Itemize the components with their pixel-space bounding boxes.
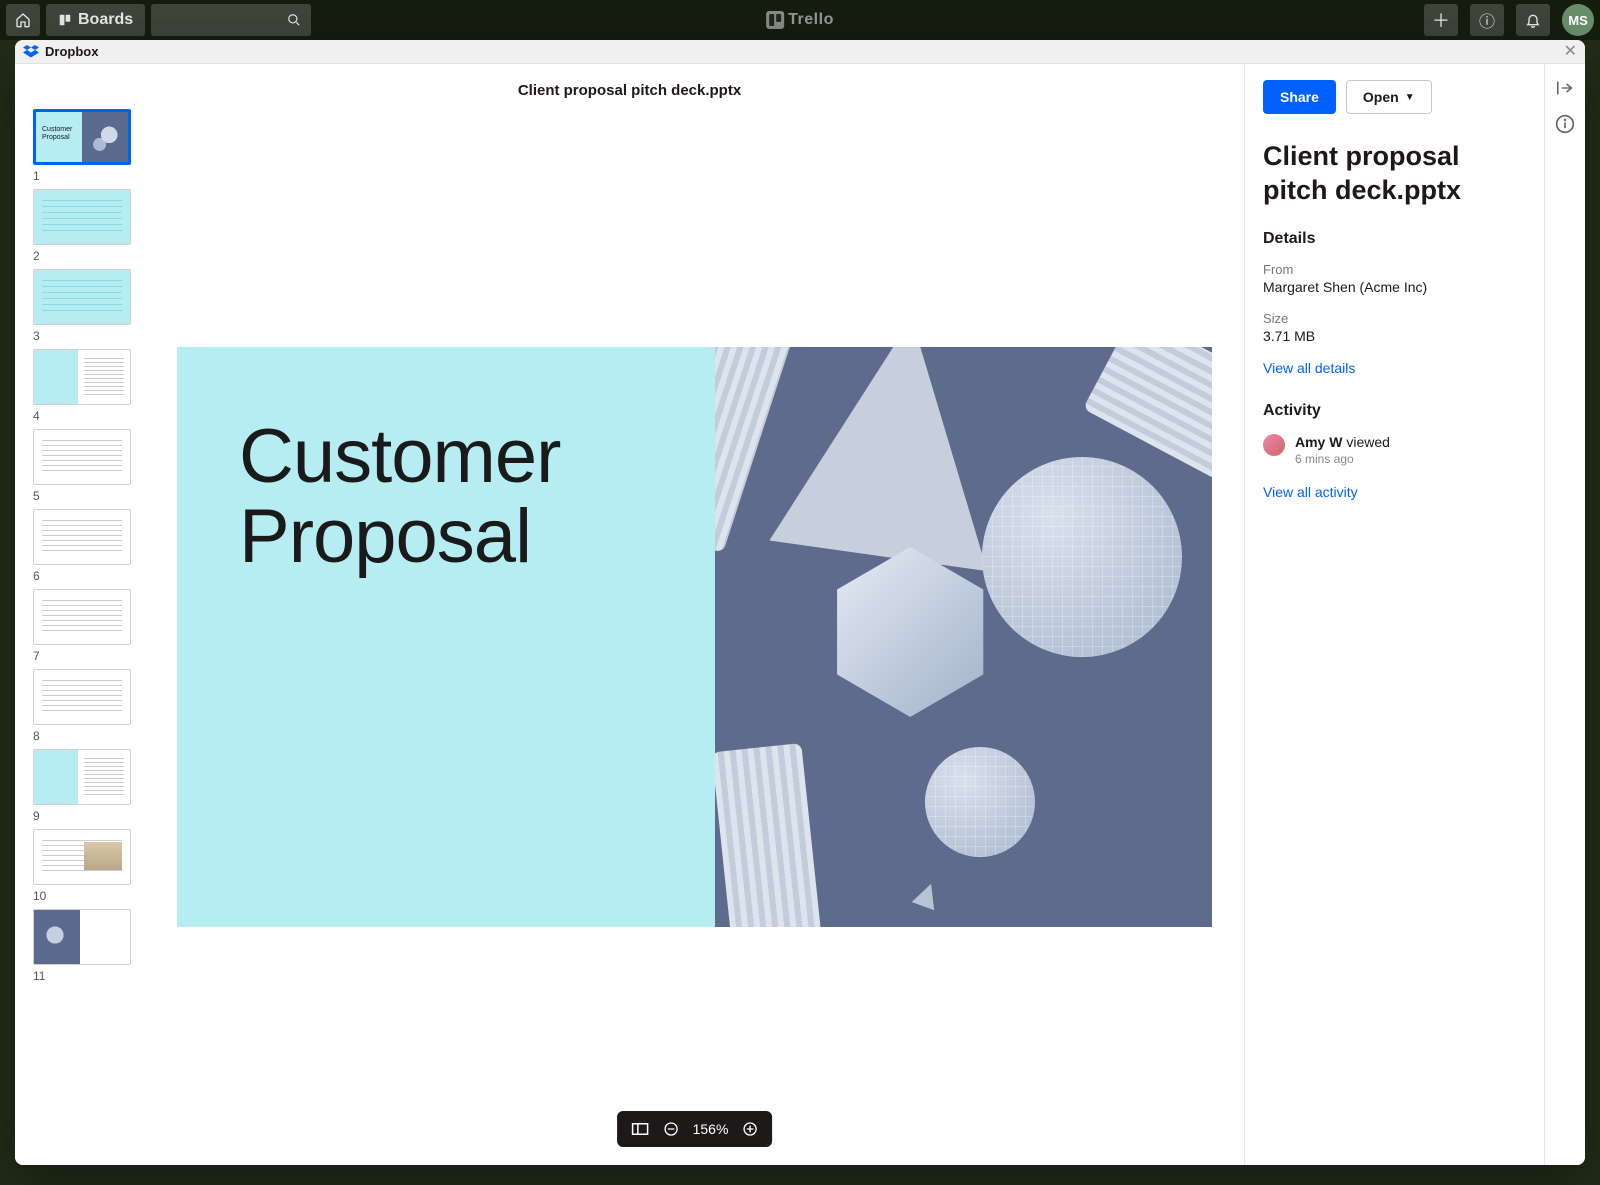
slide-left-panel: Customer Proposal bbox=[177, 347, 715, 927]
thumbnail-7[interactable]: 7 bbox=[33, 589, 133, 663]
boards-icon bbox=[58, 13, 72, 27]
dropbox-icon bbox=[23, 45, 39, 59]
size-label: Size bbox=[1263, 311, 1526, 326]
open-button[interactable]: Open ▼ bbox=[1346, 80, 1432, 114]
file-info-button[interactable] bbox=[1555, 114, 1575, 134]
boards-label: Boards bbox=[78, 11, 133, 29]
thumbnail-2[interactable]: 2 bbox=[33, 189, 133, 263]
small-shape bbox=[912, 880, 943, 911]
trello-background: Boards Trello ＋ ⓘ MS Dropbox bbox=[0, 0, 1600, 1185]
close-icon: ✕ bbox=[1564, 43, 1577, 60]
cylinder-shape bbox=[715, 743, 828, 927]
add-button[interactable]: ＋ bbox=[1424, 4, 1458, 36]
fit-width-icon bbox=[631, 1122, 649, 1136]
modal-titlebar: Dropbox ✕ bbox=[15, 40, 1585, 64]
search-icon bbox=[287, 13, 301, 27]
polyhedron-shape bbox=[825, 547, 995, 717]
info-icon: ⓘ bbox=[1479, 8, 1495, 32]
trello-logo-icon bbox=[766, 11, 784, 29]
wiresphere-small-shape bbox=[925, 747, 1035, 857]
activity-text: Amy W viewed bbox=[1295, 434, 1390, 450]
activity-item: Amy W viewed 6 mins ago bbox=[1263, 434, 1526, 466]
view-all-activity-link[interactable]: View all activity bbox=[1263, 484, 1358, 500]
size-value: 3.71 MB bbox=[1263, 328, 1526, 344]
zoom-out-button[interactable] bbox=[663, 1121, 679, 1137]
thumbnail-8[interactable]: 8 bbox=[33, 669, 133, 743]
details-heading: Details bbox=[1263, 230, 1526, 248]
preview-column: Client proposal pitch deck.pptx Customer… bbox=[15, 64, 1245, 1165]
close-button[interactable]: ✕ bbox=[1564, 44, 1577, 60]
thumbnail-4[interactable]: 4 bbox=[33, 349, 133, 423]
info-icon bbox=[1555, 114, 1575, 134]
zoom-toolbar: 156% bbox=[617, 1111, 773, 1147]
details-sidebar: Share Open ▼ Client proposal pitch deck.… bbox=[1245, 64, 1545, 1165]
zoom-out-icon bbox=[663, 1121, 679, 1137]
info-button[interactable]: ⓘ bbox=[1470, 4, 1504, 36]
dropbox-brand: Dropbox bbox=[23, 44, 98, 59]
file-title: Client proposal pitch deck.pptx bbox=[15, 64, 1244, 109]
right-rail bbox=[1545, 64, 1585, 1165]
boards-button[interactable]: Boards bbox=[46, 4, 145, 36]
notifications-button[interactable] bbox=[1516, 4, 1550, 36]
thumbnail-strip[interactable]: CustomerProposal 1 2 3 4 5 6 7 8 9 10 11 bbox=[15, 109, 145, 1165]
activity-heading: Activity bbox=[1263, 402, 1526, 420]
collapse-sidebar-button[interactable] bbox=[1555, 80, 1575, 96]
dropbox-preview-modal: Dropbox ✕ Client proposal pitch deck.ppt… bbox=[15, 40, 1585, 1165]
collapse-icon bbox=[1555, 80, 1575, 96]
chevron-down-icon: ▼ bbox=[1405, 92, 1415, 103]
trello-header: Boards Trello ＋ ⓘ MS bbox=[0, 0, 1600, 40]
thumbnail-5[interactable]: 5 bbox=[33, 429, 133, 503]
zoom-in-icon bbox=[742, 1121, 758, 1137]
slide-1: Customer Proposal bbox=[177, 347, 1212, 927]
from-label: From bbox=[1263, 262, 1526, 277]
thumbnail-6[interactable]: 6 bbox=[33, 509, 133, 583]
zoom-level: 156% bbox=[693, 1121, 729, 1137]
slide-title: Customer Proposal bbox=[239, 417, 715, 577]
share-button[interactable]: Share bbox=[1263, 80, 1336, 114]
zoom-in-button[interactable] bbox=[742, 1121, 758, 1137]
fit-width-button[interactable] bbox=[631, 1122, 649, 1136]
activity-time: 6 mins ago bbox=[1295, 452, 1390, 466]
bell-icon bbox=[1525, 12, 1541, 28]
thumbnail-10[interactable]: 10 bbox=[33, 829, 133, 903]
thumbnail-9[interactable]: 9 bbox=[33, 749, 133, 823]
thumbnail-11[interactable]: 11 bbox=[33, 909, 133, 983]
slide-right-panel bbox=[715, 347, 1212, 927]
user-avatar[interactable]: MS bbox=[1562, 4, 1594, 36]
sidebar-file-name: Client proposal pitch deck.pptx bbox=[1263, 140, 1526, 208]
plus-icon: ＋ bbox=[1432, 7, 1450, 33]
wiresphere-shape bbox=[982, 457, 1182, 657]
view-all-details-link[interactable]: View all details bbox=[1263, 360, 1355, 376]
search-input[interactable] bbox=[151, 4, 311, 36]
from-value: Margaret Shen (Acme Inc) bbox=[1263, 279, 1526, 295]
thumbnail-3[interactable]: 3 bbox=[33, 269, 133, 343]
slide-canvas[interactable]: Customer Proposal bbox=[145, 109, 1244, 1165]
home-button[interactable] bbox=[6, 4, 40, 36]
trello-logo: Trello bbox=[766, 11, 834, 29]
activity-avatar bbox=[1263, 434, 1285, 456]
thumbnail-1[interactable]: CustomerProposal 1 bbox=[33, 109, 133, 183]
